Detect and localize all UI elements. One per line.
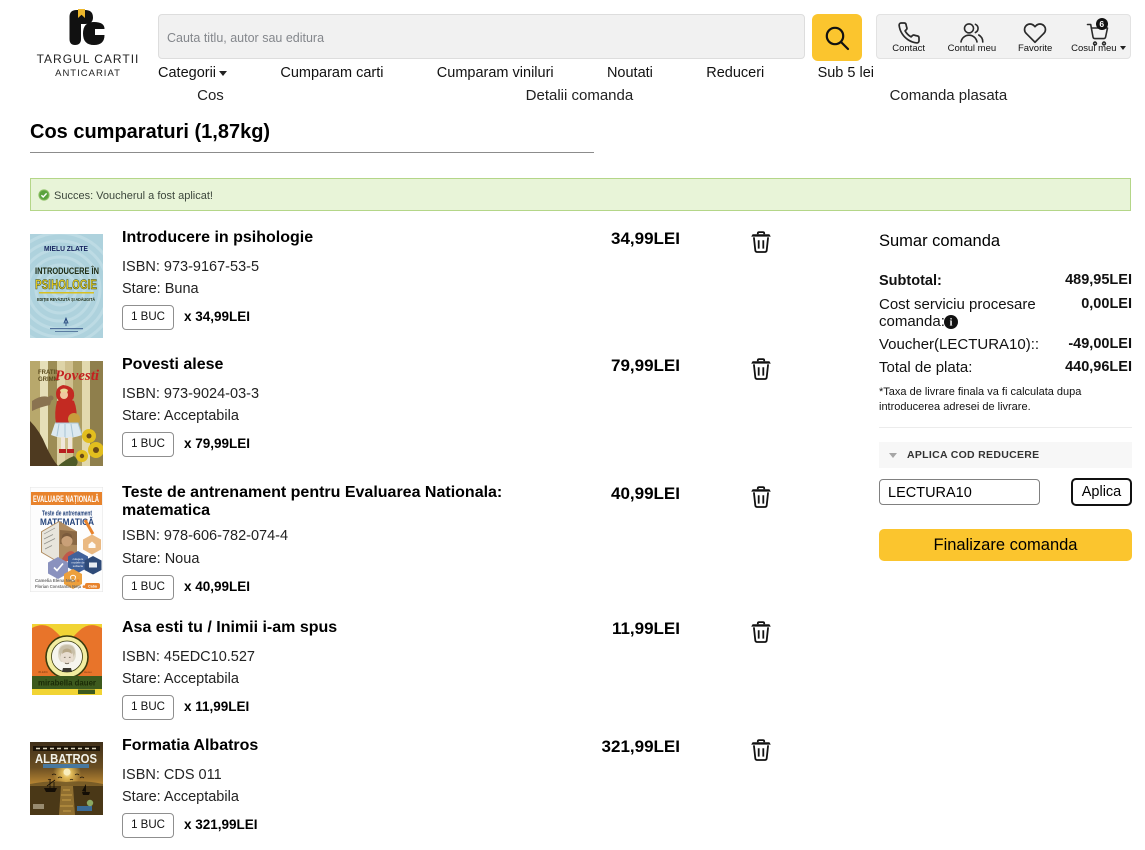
svg-text:mirabella dauer: mirabella dauer (38, 678, 97, 688)
svg-text:PSIHOLOGIE: PSIHOLOGIE (35, 276, 97, 292)
svg-text:subiecte: subiecte (73, 564, 84, 568)
svg-text:Florian Constantin Neța: Florian Constantin Neța (35, 584, 82, 589)
svg-text:i: i (950, 317, 953, 328)
svg-text:Camelia Elena Neța: Camelia Elena Neța (35, 578, 76, 583)
svg-text:Povesti: Povesti (55, 368, 100, 384)
svg-text:Caba: Caba (88, 585, 98, 589)
svg-text:EDIȚIE REVĂZUTĂ ȘI ADĂUGITĂ: EDIȚIE REVĂZUTĂ ȘI ADĂUGITĂ (37, 296, 96, 303)
svg-text:EVALUARE NAȚIONALĂ: EVALUARE NAȚIONALĂ (33, 494, 99, 504)
svg-text:45-EDC: 45-EDC (38, 670, 48, 674)
svg-text:MIELU ZLATE: MIELU ZLATE (44, 246, 88, 253)
svg-text:INTRODUCERE ÎN: INTRODUCERE ÎN (35, 265, 99, 276)
svg-text:ALBATROS: ALBATROS (35, 751, 97, 766)
svg-text:stereo: stereo (84, 670, 92, 674)
